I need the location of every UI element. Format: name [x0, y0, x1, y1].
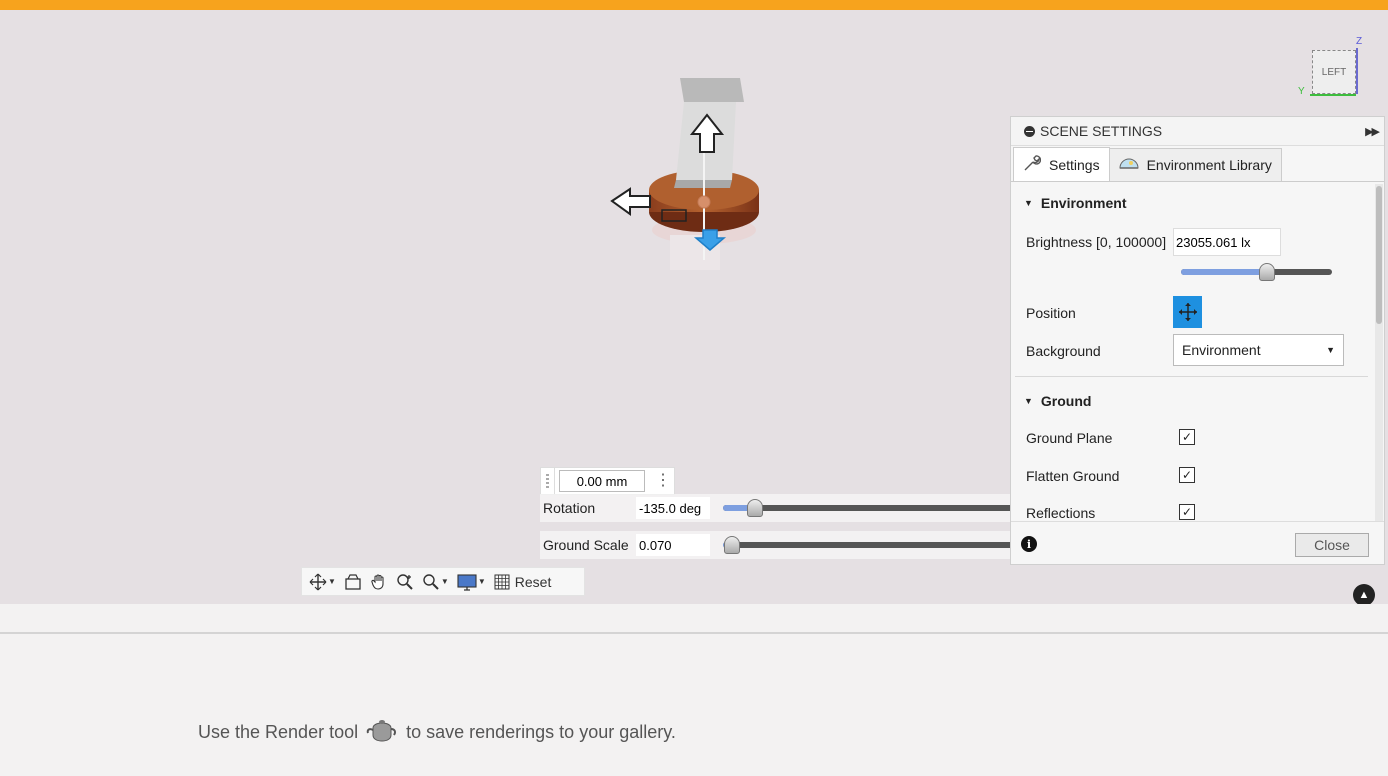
- model-with-move-gizmo[interactable]: [600, 70, 780, 270]
- orbit-icon[interactable]: ▼: [306, 570, 339, 594]
- reset-button[interactable]: Reset: [515, 570, 555, 594]
- settings-content: ▼ Environment Brightness [0, 100000] Pos…: [1011, 184, 1376, 521]
- scene-settings-panel: SCENE SETTINGS ▶▶ Settings Environment L…: [1010, 116, 1385, 565]
- rotation-slider-thumb[interactable]: [747, 499, 763, 517]
- collapse-icon[interactable]: [1024, 125, 1035, 137]
- z-axis-label: Z: [1356, 36, 1363, 47]
- tab-environment-library-label: Environment Library: [1146, 157, 1272, 173]
- grid-icon[interactable]: [491, 570, 513, 594]
- ground-scale-slider-thumb[interactable]: [724, 536, 740, 554]
- scrollbar-thumb[interactable]: [1376, 186, 1382, 324]
- section-divider: [1015, 376, 1368, 377]
- pan-hand-icon[interactable]: [367, 570, 391, 594]
- render-gallery: Use the Render tool to save renderings t…: [0, 634, 1388, 776]
- move-arrows-icon: [1178, 303, 1197, 321]
- distance-input[interactable]: [559, 470, 645, 492]
- panel-tabs: Settings Environment Library: [1011, 146, 1384, 182]
- orbit-dropdown-icon[interactable]: ▼: [328, 577, 336, 586]
- view-cube[interactable]: LEFT Z Y: [1296, 34, 1366, 104]
- panel-title: SCENE SETTINGS: [1040, 123, 1163, 139]
- expand-panel-icon[interactable]: ▶▶: [1365, 125, 1380, 138]
- z-axis-line: [1356, 48, 1358, 94]
- ground-heading: Ground: [1040, 393, 1092, 409]
- distance-input-box: ⋮: [540, 467, 675, 495]
- gallery-empty-message: Use the Render tool to save renderings t…: [198, 716, 676, 749]
- rotation-slider-track[interactable]: [723, 505, 1015, 511]
- more-options-icon[interactable]: ⋮: [655, 473, 671, 489]
- rotation-input[interactable]: [636, 497, 710, 519]
- title-accent-bar: [0, 0, 1388, 10]
- ground-scale-row: Ground Scale: [540, 531, 1015, 559]
- look-at-icon[interactable]: [341, 570, 365, 594]
- reflections-checkbox[interactable]: ✓: [1179, 504, 1195, 520]
- brightness-slider-fill: [1181, 269, 1267, 275]
- brightness-label: Brightness [0, 100000]: [1026, 234, 1167, 250]
- gallery-message-after: to save renderings to your gallery.: [406, 722, 676, 742]
- collapse-triangle-icon: ▼: [1024, 396, 1033, 406]
- environment-heading: Environment: [1040, 195, 1127, 211]
- gizmo-center[interactable]: [697, 195, 711, 209]
- background-select-value: Environment: [1182, 342, 1261, 358]
- y-axis-line: [1310, 94, 1356, 96]
- brightness-input[interactable]: [1173, 228, 1281, 256]
- view-cube-face[interactable]: LEFT: [1312, 50, 1356, 94]
- display-dropdown-icon[interactable]: ▼: [478, 577, 486, 586]
- rotation-label: Rotation: [543, 500, 596, 516]
- fit-zoom-icon[interactable]: ▼: [419, 570, 452, 594]
- autodesk-status-icon[interactable]: ▲: [1353, 584, 1375, 604]
- collapse-triangle-icon: ▼: [1024, 198, 1033, 208]
- environment-section-header[interactable]: ▼ Environment: [1024, 195, 1127, 211]
- flatten-ground-label: Flatten Ground: [1026, 468, 1120, 484]
- environment-dome-icon: [1119, 157, 1139, 174]
- dropdown-arrow-icon: ▼: [1326, 345, 1335, 355]
- position-move-button[interactable]: [1173, 296, 1202, 328]
- y-axis-label: Y: [1298, 86, 1305, 97]
- background-label: Background: [1026, 343, 1101, 359]
- brightness-slider-thumb[interactable]: [1259, 263, 1275, 281]
- tab-settings[interactable]: Settings: [1013, 147, 1110, 181]
- ground-scale-label: Ground Scale: [543, 537, 629, 553]
- zoom-dropdown-icon[interactable]: ▼: [441, 577, 449, 586]
- render-gallery-header: [0, 604, 1388, 634]
- info-icon[interactable]: i: [1021, 536, 1037, 552]
- ground-scale-slider-track[interactable]: [723, 542, 1015, 548]
- reflections-label: Reflections: [1026, 505, 1096, 521]
- rotation-row: Rotation: [540, 494, 1015, 522]
- background-select[interactable]: Environment ▼: [1173, 334, 1344, 366]
- ground-plane-label: Ground Plane: [1026, 430, 1113, 446]
- ground-section-header[interactable]: ▼ Ground: [1024, 393, 1091, 409]
- close-button[interactable]: Close: [1295, 533, 1369, 557]
- panel-header[interactable]: SCENE SETTINGS ▶▶: [1011, 117, 1384, 146]
- tab-environment-library[interactable]: Environment Library: [1108, 148, 1282, 181]
- display-settings-icon[interactable]: ▼: [454, 570, 489, 594]
- drag-grip-icon[interactable]: [541, 468, 555, 494]
- teapot-render-icon: [366, 716, 398, 749]
- wrench-icon: [1023, 154, 1042, 175]
- panel-footer: i Close: [1011, 521, 1384, 564]
- zoom-icon[interactable]: [393, 570, 417, 594]
- ground-plane-checkbox[interactable]: ✓: [1179, 429, 1195, 445]
- gallery-message-before: Use the Render tool: [198, 722, 359, 742]
- panel-scrollbar[interactable]: [1375, 184, 1383, 521]
- ground-scale-input[interactable]: [636, 534, 710, 556]
- move-arrow-left-icon[interactable]: [610, 187, 651, 216]
- position-label: Position: [1026, 305, 1076, 321]
- stand-top: [680, 78, 744, 102]
- flatten-ground-checkbox[interactable]: ✓: [1179, 467, 1195, 483]
- tab-settings-label: Settings: [1049, 156, 1100, 173]
- navigation-toolbar: ▼ ▼ ▼ Reset: [301, 567, 585, 596]
